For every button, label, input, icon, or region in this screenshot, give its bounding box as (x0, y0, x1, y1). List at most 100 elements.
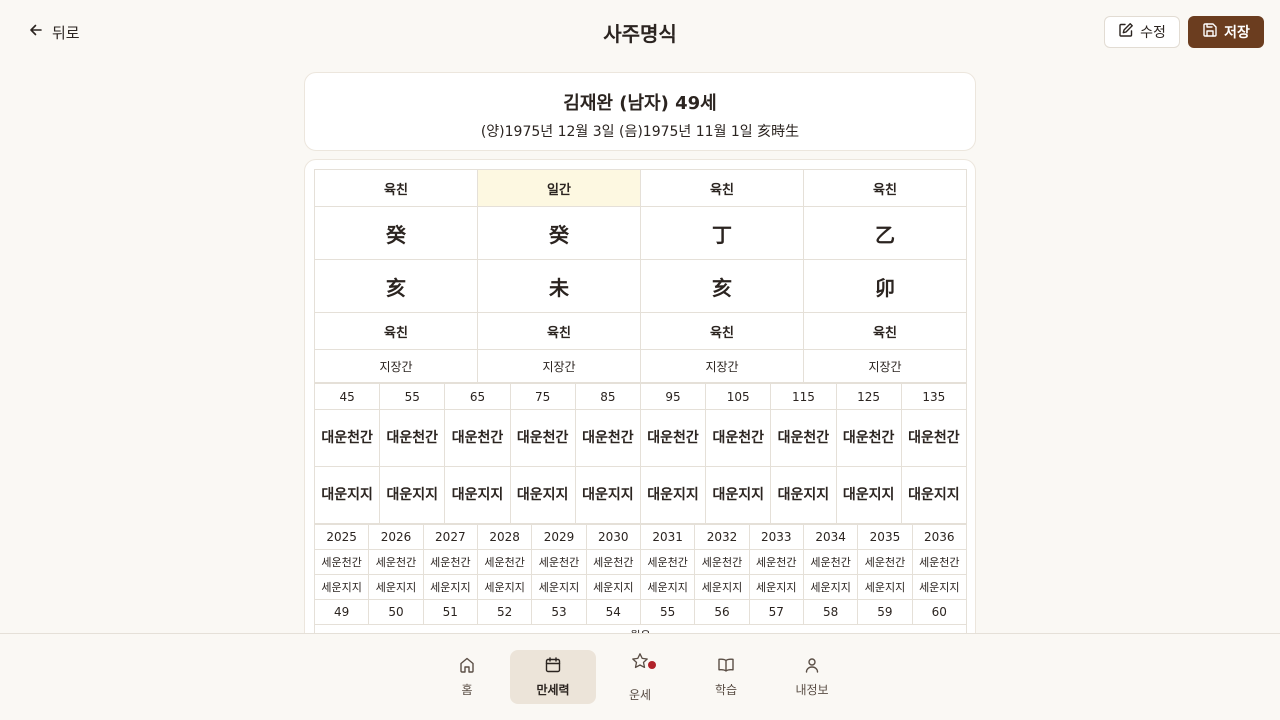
seun-year: 2025 (313, 524, 370, 550)
daeun-branch: 대운지지 (509, 466, 576, 524)
seun-stem: 세운천간 (802, 549, 859, 575)
seun-age: 55 (639, 599, 696, 625)
seun-stem: 세운천간 (422, 549, 478, 575)
heavenly-stem: 乙 (803, 206, 967, 260)
nav-label-home: 홈 (461, 683, 473, 697)
stem-row: 癸 癸 丁 乙 (314, 206, 967, 260)
seun-year: 2029 (531, 524, 587, 550)
hidden-stems-row: 지장간 지장간 지장간 지장간 (314, 349, 967, 383)
nav-item-profile[interactable]: 내정보 (769, 650, 855, 704)
seun-branch: 세운지지 (911, 574, 968, 600)
branch-row: 亥 未 亥 卯 (314, 259, 967, 313)
nav-item-fortune[interactable]: 운세 (597, 650, 683, 704)
heavenly-stem: 癸 (477, 206, 641, 260)
seun-age: 53 (531, 599, 587, 625)
daeun-age: 105 (705, 383, 772, 410)
four-pillars-table: 육친 일간 육친 육친 癸 癸 丁 乙 亥 未 亥 卯 육친 육친 육친 육친 … (314, 169, 967, 383)
daeun-branch: 대운지지 (444, 466, 511, 524)
calendar-icon (544, 656, 562, 677)
seun-year: 2032 (694, 524, 750, 550)
seun-branch: 세운지지 (857, 574, 913, 600)
profile-card: 김재완 (남자) 49세 (양)1975년 12월 3일 (음)1975년 11… (304, 72, 976, 151)
save-icon (1202, 22, 1218, 42)
saju-chart-card: 육친 일간 육친 육친 癸 癸 丁 乙 亥 未 亥 卯 육친 육친 육친 육친 … (304, 159, 976, 679)
seun-branch: 세운지지 (694, 574, 750, 600)
heavenly-stem: 丁 (640, 206, 804, 260)
hidden-stems-cell: 지장간 (803, 349, 967, 383)
daeun-stem-row: 대운천간 대운천간 대운천간 대운천간 대운천간 대운천간 대운천간 대운천간 … (313, 409, 968, 467)
seun-stem: 세운천간 (694, 549, 750, 575)
earthly-branch: 亥 (314, 259, 478, 313)
seun-branch: 세운지지 (368, 574, 424, 600)
daeun-branch: 대운지지 (900, 466, 968, 524)
edit-button[interactable]: 수정 (1104, 16, 1180, 48)
seun-year: 2031 (639, 524, 696, 550)
seun-stem: 세운천간 (585, 549, 641, 575)
nav-label-learn: 학습 (714, 683, 738, 697)
seun-branch: 세운지지 (748, 574, 804, 600)
saju-grid: 육친 일간 육친 육친 癸 癸 丁 乙 亥 未 亥 卯 육친 육친 육친 육친 … (313, 169, 968, 645)
earthly-branch: 卯 (803, 259, 967, 313)
seun-year-row: 2025 2026 2027 2028 2029 2030 2031 2032 … (313, 524, 968, 550)
seun-stem: 세운천간 (857, 549, 913, 575)
daeun-stem: 대운천간 (639, 409, 707, 467)
pillar-bottom-label-row: 육친 육친 육친 육친 (314, 312, 967, 350)
daeun-branch: 대운지지 (705, 466, 772, 524)
daeun-stem: 대운천간 (379, 409, 446, 467)
seun-table: 2025 2026 2027 2028 2029 2030 2031 2032 … (313, 524, 968, 645)
seun-stem: 세운천간 (313, 549, 370, 575)
nav-item-home[interactable]: 홈 (424, 650, 510, 704)
seun-age: 49 (313, 599, 370, 625)
seun-branch: 세운지지 (585, 574, 641, 600)
seun-age: 51 (422, 599, 478, 625)
star-icon (631, 652, 656, 670)
pillar-bottom-label: 육친 (803, 312, 967, 350)
save-button[interactable]: 저장 (1188, 16, 1264, 48)
seun-stem: 세운천간 (911, 549, 968, 575)
daeun-stem: 대운천간 (509, 409, 576, 467)
daeun-age-row: 45 55 65 75 85 95 105 115 125 135 (313, 383, 968, 410)
pillar-bottom-label: 육친 (477, 312, 641, 350)
seun-stem: 세운천간 (368, 549, 424, 575)
seun-age: 52 (476, 599, 533, 625)
seun-year: 2035 (857, 524, 913, 550)
seun-stem-row: 세운천간 세운천간 세운천간 세운천간 세운천간 세운천간 세운천간 세운천간 … (313, 549, 968, 575)
pillar-top-label: 육친 (640, 169, 804, 207)
daeun-age: 125 (835, 383, 902, 410)
seun-year: 2034 (802, 524, 859, 550)
earthly-branch: 未 (477, 259, 641, 313)
seun-age: 58 (802, 599, 859, 625)
daeun-branch: 대운지지 (574, 466, 641, 524)
nav-item-calendar[interactable]: 만세력 (510, 650, 596, 704)
seun-age: 60 (911, 599, 968, 625)
seun-branch: 세운지지 (531, 574, 587, 600)
seun-branch: 세운지지 (422, 574, 478, 600)
daeun-stem: 대운천간 (705, 409, 772, 467)
seun-branch: 세운지지 (476, 574, 533, 600)
daeun-age: 135 (900, 383, 968, 410)
daeun-age: 95 (639, 383, 707, 410)
daeun-age: 45 (313, 383, 381, 410)
seun-year: 2030 (585, 524, 641, 550)
nav-label-fortune: 운세 (628, 688, 652, 702)
seun-year: 2028 (476, 524, 533, 550)
pillar-bottom-label: 육친 (640, 312, 804, 350)
daeun-branch: 대운지지 (835, 466, 902, 524)
seun-year: 2026 (368, 524, 424, 550)
daeun-branch-row: 대운지지 대운지지 대운지지 대운지지 대운지지 대운지지 대운지지 대운지지 … (313, 466, 968, 524)
day-master-label: 일간 (477, 169, 641, 207)
pencil-icon (1118, 22, 1134, 42)
pillar-top-label-row: 육친 일간 육친 육친 (314, 169, 967, 207)
nav-item-learn[interactable]: 학습 (683, 650, 769, 704)
daeun-age: 55 (379, 383, 446, 410)
seun-age: 57 (748, 599, 804, 625)
seun-stem: 세운천간 (639, 549, 696, 575)
daeun-stem: 대운천간 (574, 409, 641, 467)
earthly-branch: 亥 (640, 259, 804, 313)
seun-year: 2033 (748, 524, 804, 550)
pillar-top-label: 육친 (803, 169, 967, 207)
daeun-age: 75 (509, 383, 576, 410)
daeun-stem: 대운천간 (835, 409, 902, 467)
pillar-top-label: 육친 (314, 169, 478, 207)
daeun-age: 115 (770, 383, 837, 410)
